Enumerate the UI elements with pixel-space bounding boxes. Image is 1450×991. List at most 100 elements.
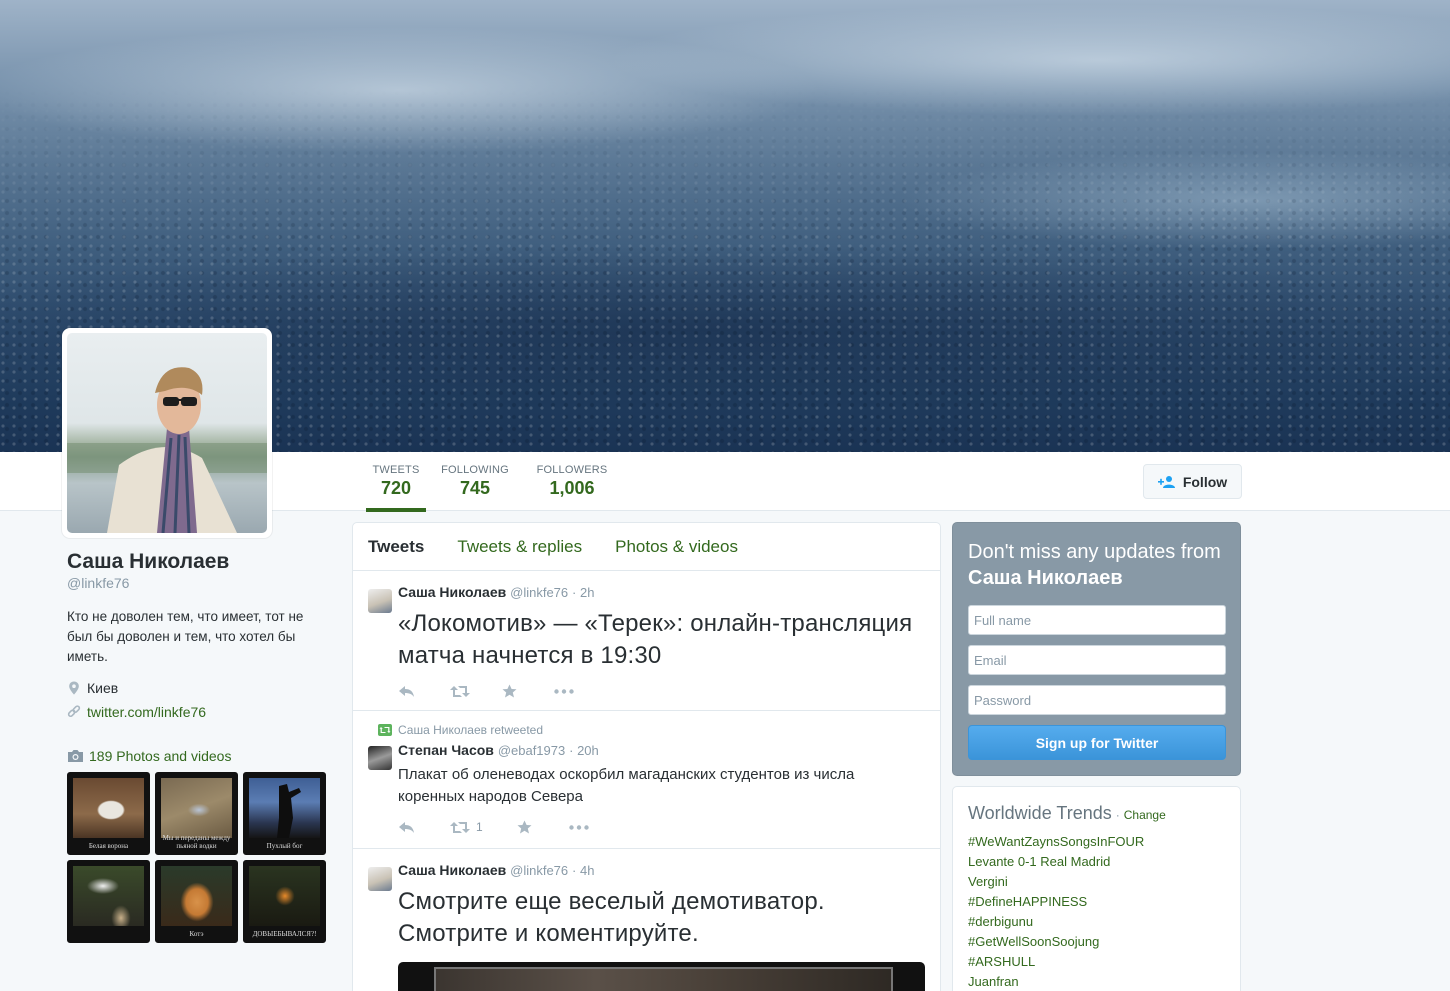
- trend-link[interactable]: Levante 0-1 Real Madrid: [968, 854, 1110, 869]
- reply-button[interactable]: [398, 685, 450, 698]
- more-dots-icon: [554, 688, 574, 694]
- stat-followers-label: FOLLOWERS: [536, 464, 608, 476]
- trend-link[interactable]: #ARSHULL: [968, 954, 1035, 969]
- tweet-author-avatar[interactable]: [368, 867, 392, 891]
- tweet-text: Плакат об оленеводах оскорбил магадански…: [398, 766, 855, 805]
- profile-name[interactable]: Саша Николаев: [67, 550, 327, 574]
- profile-handle[interactable]: @linkfe76: [67, 575, 327, 591]
- tweet-author-avatar[interactable]: [368, 589, 392, 613]
- trend-link[interactable]: Vergini: [968, 874, 1008, 889]
- tweet-author-handle[interactable]: @linkfe76: [510, 863, 568, 878]
- trend-item: Vergini: [968, 872, 1225, 892]
- photo-thumb[interactable]: Белая ворона: [67, 772, 150, 855]
- profile-location: Киев: [67, 676, 327, 700]
- retweet-button[interactable]: [450, 685, 502, 698]
- photo-thumb[interactable]: [67, 860, 150, 943]
- more-button[interactable]: [554, 688, 574, 694]
- favorite-button[interactable]: [502, 684, 554, 698]
- stat-tweets[interactable]: TWEETS 720: [366, 464, 426, 512]
- trend-item: #WeWantZaynsSongsInFOUR: [968, 832, 1225, 852]
- photo-thumb-caption: Пухлый бог: [266, 842, 303, 850]
- tweet-header: Саша Николаев @linkfe76 · 2h: [398, 583, 925, 602]
- tweet[interactable]: Саша Николаев retweeted Степан Часов @eb…: [353, 711, 940, 849]
- follow-button[interactable]: Follow: [1143, 464, 1242, 499]
- tweet-header: Саша Николаев @linkfe76 · 4h: [398, 861, 925, 880]
- trend-link[interactable]: #derbigunu: [968, 914, 1033, 929]
- signup-heading-prefix: Don't miss any updates from: [968, 541, 1221, 563]
- favorite-star-icon: [502, 684, 517, 698]
- retweet-context: Саша Николаев retweeted: [378, 723, 925, 737]
- tweet-timestamp[interactable]: · 2h: [572, 585, 594, 600]
- profile-avatar[interactable]: [62, 328, 272, 538]
- tweet-media-picture: [434, 967, 893, 991]
- tweet-timestamp[interactable]: · 4h: [572, 863, 594, 878]
- photos-and-videos-label: 189 Photos and videos: [89, 748, 232, 764]
- photo-thumb[interactable]: ДОВЫЕБЫВАЛСЯ?!: [243, 860, 326, 943]
- tweet[interactable]: Саша Николаев @linkfe76 · 4h Смотрите ещ…: [353, 849, 940, 991]
- trend-link[interactable]: #GetWellSoonSoojung: [968, 934, 1099, 949]
- password-field[interactable]: [968, 685, 1226, 715]
- tweet-author-name[interactable]: Саша Николаев: [398, 584, 506, 600]
- tab-tweets-and-replies[interactable]: Tweets & replies: [457, 537, 582, 557]
- trend-link[interactable]: Juanfran: [968, 974, 1019, 989]
- trend-item: #DefineHAPPINESS: [968, 892, 1225, 912]
- sign-up-button[interactable]: Sign up for Twitter: [968, 725, 1226, 760]
- stat-tweets-label: TWEETS: [372, 464, 420, 476]
- tab-photos-and-videos[interactable]: Photos & videos: [615, 537, 738, 557]
- stat-followers[interactable]: FOLLOWERS 1,006: [536, 464, 608, 499]
- photo-thumb-caption: Котэ: [189, 930, 204, 938]
- tweet[interactable]: Саша Николаев @linkfe76 · 2h «Локомотив»…: [353, 571, 940, 711]
- retweet-context-text[interactable]: Саша Николаев retweeted: [398, 723, 543, 737]
- profile-url: twitter.com/linkfe76: [67, 700, 327, 724]
- photo-thumb[interactable]: Котэ: [155, 860, 238, 943]
- follow-button-label: Follow: [1182, 473, 1228, 490]
- avatar-portrait-illustration: [67, 367, 267, 533]
- tweet-author-name[interactable]: Саша Николаев: [398, 862, 506, 878]
- follow-person-icon: [1157, 475, 1175, 488]
- reply-icon: [399, 821, 414, 833]
- profile-card: Саша Николаев @linkfe76 Кто не доволен т…: [67, 550, 327, 943]
- stat-followers-value: 1,006: [549, 478, 595, 498]
- photo-thumb[interactable]: Пухлый бог: [243, 772, 326, 855]
- email-field[interactable]: [968, 645, 1226, 675]
- camera-icon: [68, 750, 83, 762]
- favorite-star-icon: [517, 820, 532, 834]
- photo-thumb-image: [73, 778, 144, 838]
- trend-link[interactable]: #WeWantZaynsSongsInFOUR: [968, 834, 1144, 849]
- trend-list: #WeWantZaynsSongsInFOUR Levante 0-1 Real…: [968, 832, 1225, 991]
- more-dots-icon: [569, 824, 589, 830]
- tweet-author-avatar[interactable]: [368, 746, 392, 770]
- trend-item: #GetWellSoonSoojung: [968, 932, 1225, 952]
- photos-and-videos-link[interactable]: 189 Photos and videos: [67, 748, 327, 764]
- photo-thumb-image: [161, 778, 232, 838]
- photo-thumb-image: [73, 866, 144, 926]
- tweet-timestamp[interactable]: · 20h: [569, 743, 599, 758]
- stat-following[interactable]: FOLLOWING 745: [440, 464, 510, 499]
- tweet-actions: [398, 672, 925, 710]
- profile-meta: Киев twitter.com/linkfe76: [67, 676, 327, 724]
- profile-url-link[interactable]: twitter.com/linkfe76: [87, 704, 206, 720]
- tweet-author-name[interactable]: Степан Часов: [398, 742, 494, 758]
- tweet-media-image[interactable]: [398, 962, 925, 991]
- statue-silhouette-icon: [277, 784, 301, 838]
- favorite-button[interactable]: [517, 820, 569, 834]
- stat-tweets-value: 720: [380, 478, 412, 498]
- profile-location-text: Киев: [87, 680, 119, 696]
- trend-link[interactable]: #DefineHAPPINESS: [968, 894, 1087, 909]
- more-button[interactable]: [569, 824, 589, 830]
- trends-header: Worldwide Trends · Change: [968, 803, 1225, 824]
- tweet-author-handle[interactable]: @ebaf1973: [498, 743, 565, 758]
- signup-module: Don't miss any updates from Саша Николае…: [952, 522, 1241, 776]
- full-name-field[interactable]: [968, 605, 1226, 635]
- photo-thumb-image: [249, 866, 320, 926]
- retweet-button[interactable]: 1: [450, 820, 517, 834]
- reply-button[interactable]: [398, 821, 450, 834]
- tweet-author-handle[interactable]: @linkfe76: [510, 585, 568, 600]
- retweet-context-icon: [378, 724, 392, 736]
- timeline: Tweets Tweets & replies Photos & videos …: [352, 522, 941, 991]
- retweet-icon: [450, 685, 470, 697]
- trends-change-link[interactable]: Change: [1124, 808, 1166, 822]
- tab-tweets[interactable]: Tweets: [368, 537, 424, 557]
- retweet-count: 1: [476, 820, 483, 834]
- photo-thumb[interactable]: Мы и переданы между пьяной водки: [155, 772, 238, 855]
